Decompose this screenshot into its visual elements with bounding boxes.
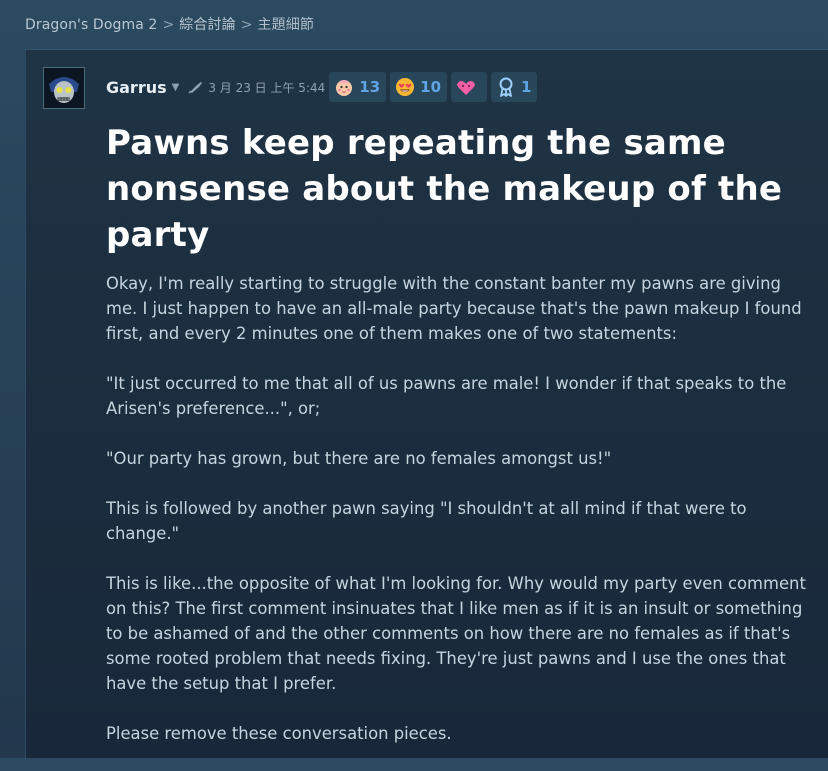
chevron-down-icon[interactable]: ▼ xyxy=(172,82,180,93)
topic-title: Pawns keep repeating the same nonsense a… xyxy=(106,123,783,255)
post-paragraph: Please remove these conversation pieces. xyxy=(106,724,452,743)
breadcrumb-separator: > xyxy=(240,17,253,33)
award-count: 13 xyxy=(359,78,381,96)
award-count: 10 xyxy=(420,78,442,96)
breadcrumb-separator: > xyxy=(162,17,175,33)
award-baby-face[interactable]: 13 xyxy=(329,72,387,102)
ribbon-medal-award-icon xyxy=(495,76,517,98)
post-paragraph: "Our party has grown, but there are no f… xyxy=(106,449,612,468)
topic-post-panel: Garrus ▼ 3 月 23 日 上午 5:44 13 10 1 Pawns … xyxy=(25,49,828,758)
award-heart-eyes[interactable]: 10 xyxy=(390,72,448,102)
breadcrumb-game[interactable]: Dragon's Dogma 2 xyxy=(25,17,157,33)
avatar[interactable] xyxy=(43,67,85,109)
post-paragraph: This is followed by another pawn saying … xyxy=(106,499,747,543)
skull-avatar-icon xyxy=(44,68,84,108)
post-date: 3 月 23 日 上午 5:44 xyxy=(208,80,326,95)
post-paragraph: Okay, I'm really starting to struggle wi… xyxy=(106,274,802,343)
post-body: Okay, I'm really starting to struggle wi… xyxy=(106,271,816,771)
baby-face-award-icon xyxy=(333,76,355,98)
award-pink-heart[interactable] xyxy=(451,72,488,102)
breadcrumb-discussions[interactable]: 綜合討論 xyxy=(179,17,235,33)
breadcrumb: Dragon's Dogma 2 > 綜合討論 > 主題細節 xyxy=(25,14,314,34)
post-paragraph: "It just occurred to me that all of us p… xyxy=(106,374,787,418)
breadcrumb-current: 主題細節 xyxy=(257,17,314,33)
post-meta: Garrus ▼ 3 月 23 日 上午 5:44 13 10 1 xyxy=(106,72,538,102)
pink-heart-award-icon xyxy=(455,76,477,98)
heart-eyes-award-icon xyxy=(394,76,416,98)
award-count: 1 xyxy=(521,78,532,96)
original-poster-icon xyxy=(188,80,204,94)
post-paragraph: This is like...the opposite of what I'm … xyxy=(106,574,806,693)
author-name[interactable]: Garrus xyxy=(106,78,167,97)
award-ribbon-medal[interactable]: 1 xyxy=(491,72,538,102)
